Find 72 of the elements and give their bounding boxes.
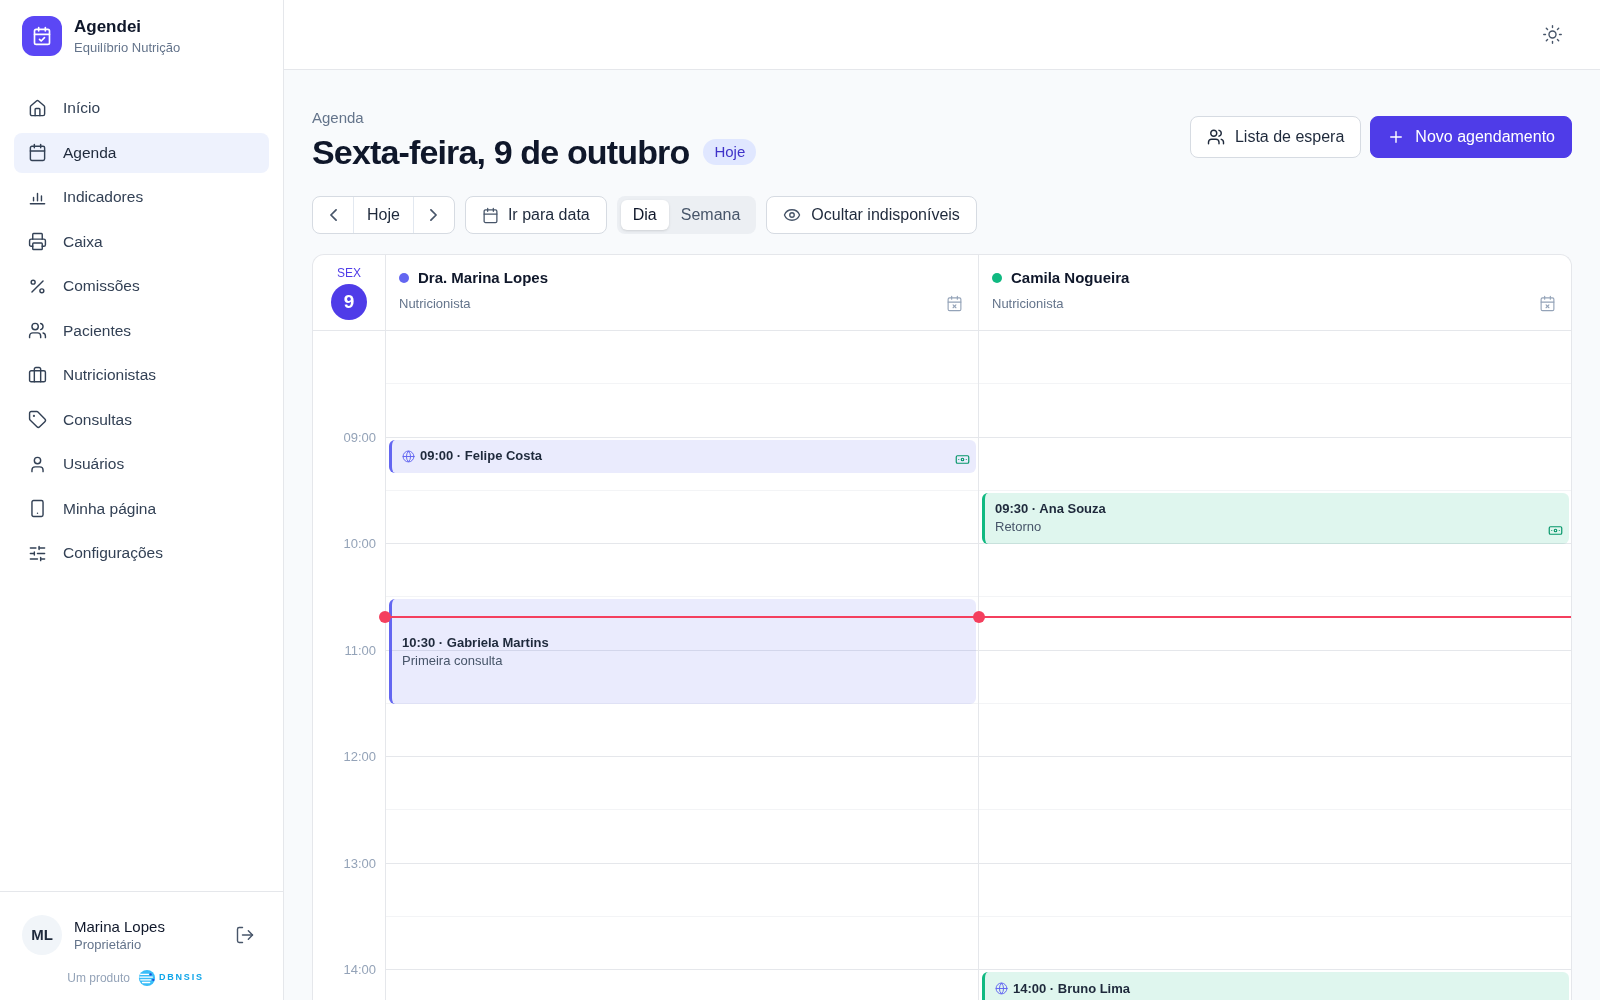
calendar-x-icon[interactable]	[1539, 295, 1556, 312]
home-icon	[28, 98, 47, 118]
view-tab[interactable]: Semana	[668, 200, 753, 230]
clinic-name: Equilíbrio Nutrição	[74, 39, 181, 56]
time-marker-icon	[973, 611, 985, 623]
appointment-title: 09:30 · Ana Souza	[995, 500, 1106, 519]
nav-item[interactable]: Início	[14, 88, 269, 128]
nav-item[interactable]: Agenda	[14, 132, 269, 173]
nav-item[interactable]: Nutricionistas	[14, 355, 269, 395]
tag-icon	[28, 410, 47, 429]
hour-label: 09:00	[343, 429, 376, 446]
breadcrumb: Agenda	[312, 108, 365, 128]
eye-icon	[783, 206, 802, 224]
hide-unavailable-button[interactable]: Ocultar indisponíveis	[766, 196, 977, 234]
day-number: 9	[331, 284, 367, 320]
nav-item[interactable]: Minha página	[14, 488, 269, 529]
nav-item[interactable]: Comissões	[14, 266, 269, 306]
footer-text: Um produto	[67, 970, 130, 987]
go-to-date-button[interactable]: Ir para data	[464, 196, 607, 234]
app-logo-icon	[22, 16, 62, 56]
nav-item[interactable]: Pacientes	[14, 310, 269, 351]
vendor-name: DBNSIS	[158, 971, 204, 985]
users-icon	[1206, 128, 1225, 146]
professional-name: Dra. Marina Lopes	[418, 268, 549, 288]
appointment-card[interactable]: 09:30 · Ana Souza Retorno	[982, 492, 1569, 544]
new-appointment-button[interactable]: Novo agendamento	[1370, 116, 1572, 158]
user-icon	[28, 454, 47, 474]
professional-role: Nutricionista	[399, 296, 472, 312]
chevron-left-icon	[329, 209, 337, 221]
today-badge: Hoje	[703, 139, 757, 165]
appointment-title: 14:00 · Bruno Lima	[1013, 979, 1131, 998]
hour-label: 12:00	[343, 749, 376, 765]
app-name: Agendei	[74, 16, 143, 37]
appointment-title: 09:00 · Felipe Costa	[420, 447, 543, 466]
view-tab[interactable]: Dia	[620, 200, 669, 230]
waitlist-button[interactable]: Lista de espera	[1189, 116, 1362, 158]
logo-icon	[137, 969, 156, 987]
appointment-title: 10:30 · Gabriela Martins	[402, 633, 549, 652]
appointment-type: Retorno	[995, 518, 1043, 537]
user-name: Marina Lopes	[74, 917, 165, 937]
page-title: Sexta-feira, 9 de outubro	[312, 132, 690, 172]
hour-label: 11:00	[344, 642, 376, 659]
sun-icon[interactable]	[1542, 24, 1563, 45]
hour-label: 14:00	[343, 962, 376, 978]
logout-icon[interactable]	[235, 925, 255, 945]
hour-label: 10:00	[343, 536, 376, 552]
briefcase-icon	[28, 365, 47, 385]
user-role: Proprietário	[74, 937, 143, 953]
chevron-right-icon	[430, 209, 438, 221]
smartphone-icon	[28, 499, 47, 518]
nav-item[interactable]: Configurações	[14, 533, 269, 573]
hour-label: 13:00	[343, 855, 376, 872]
professional-name: Camila Nogueira	[1011, 268, 1130, 288]
sliders-icon	[28, 543, 47, 563]
calendar-x-icon[interactable]	[946, 295, 963, 312]
time-marker-icon	[379, 611, 391, 623]
weekday-label: SEX	[337, 265, 361, 281]
appointment-card[interactable]: 10:30 · Gabriela Martins Primeira consulta	[389, 599, 976, 704]
calendar-icon	[481, 206, 499, 224]
appointment-card[interactable]: 14:00 · Bruno Lima	[982, 972, 1569, 1000]
nav-item[interactable]: Indicadores	[14, 177, 269, 217]
nav-item[interactable]: Consultas	[14, 399, 269, 440]
calendar-icon	[28, 143, 47, 162]
printer-icon	[28, 232, 47, 251]
nav-item[interactable]: Caixa	[14, 221, 269, 262]
users-icon	[28, 321, 47, 340]
nav-item[interactable]: Usuários	[14, 444, 269, 484]
appointment-type: Primeira consulta	[402, 651, 504, 670]
user-avatar: ML	[22, 915, 62, 955]
appointment-card[interactable]: 09:00 · Felipe Costa	[389, 439, 976, 473]
today-button[interactable]: Hoje	[353, 197, 414, 233]
professional-role: Nutricionista	[992, 296, 1065, 312]
